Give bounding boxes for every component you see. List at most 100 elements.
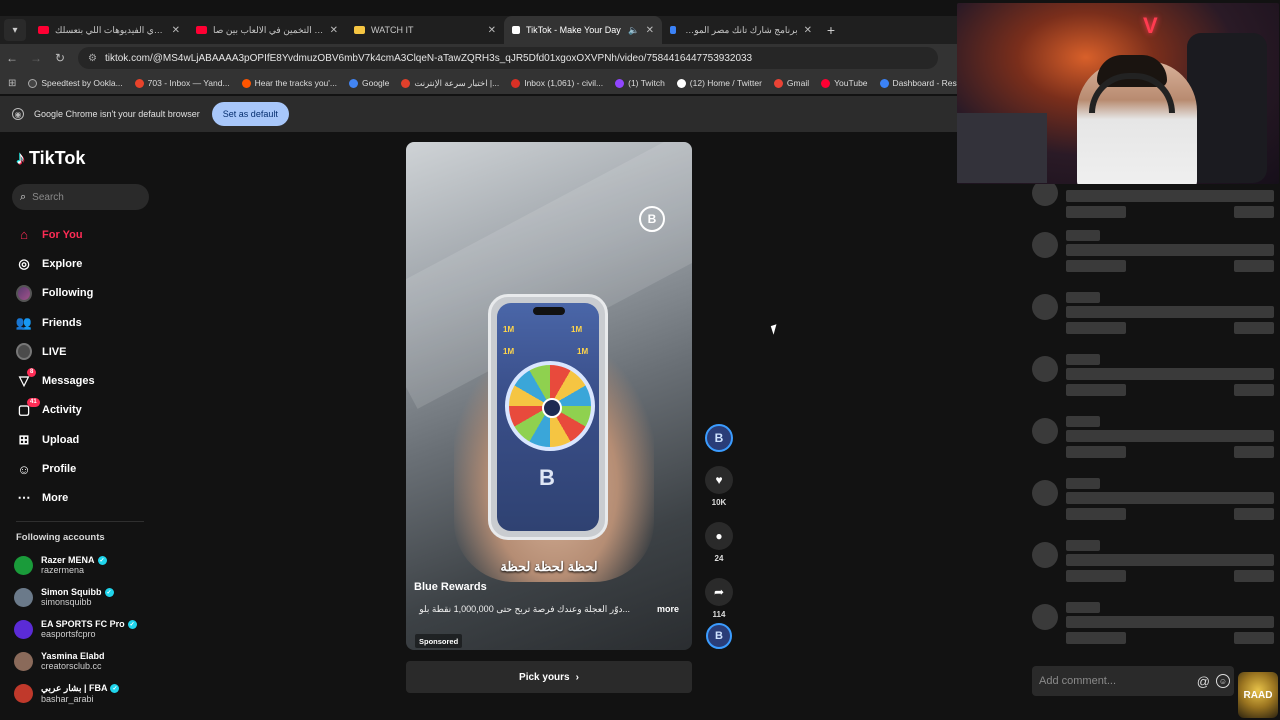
comment-skeleton xyxy=(1032,354,1276,416)
video-player[interactable]: 1M 1M 1M 1M B B لحظة لحظة لحظة Blue Rewa… xyxy=(406,142,692,650)
search-placeholder: Search xyxy=(32,191,64,203)
youtube-favicon-icon xyxy=(38,26,49,34)
account-handle: razermena xyxy=(41,565,85,575)
phone-brand-letter: B xyxy=(539,465,555,490)
music-disc[interactable]: B xyxy=(706,623,732,649)
speaker-icon[interactable]: 🔈 xyxy=(628,25,639,36)
account-handle: easportsfcpro xyxy=(41,629,96,639)
bookmark-item[interactable]: Gmail xyxy=(773,78,809,88)
following-account[interactable]: EA SPORTS FC Pro ✓ easportsfcpro xyxy=(14,613,164,645)
nav-item-upload[interactable]: ⊞ Upload xyxy=(16,425,156,454)
browser-tab-active[interactable]: TikTok - Make Your Day 🔈 ✕ xyxy=(504,16,662,44)
brand-badge-icon: B xyxy=(639,206,665,232)
back-arrow-icon[interactable]: ← xyxy=(0,51,24,65)
reload-icon[interactable]: ↻ xyxy=(48,51,72,65)
nav-item-explore[interactable]: ◎ Explore xyxy=(16,249,156,278)
live-icon xyxy=(16,343,32,361)
verified-icon: ✓ xyxy=(97,555,107,565)
nav-item-messages[interactable]: ▽ 8 Messages xyxy=(16,366,156,395)
more-link[interactable]: more xyxy=(657,604,679,614)
close-icon[interactable]: ✕ xyxy=(330,25,338,36)
comment-placeholder: Add comment... xyxy=(1039,675,1117,687)
bookmark-item[interactable]: Hear the tracks you'... xyxy=(241,78,337,88)
video-phone: 1M 1M 1M 1M B xyxy=(488,294,608,540)
heart-icon: ♥ xyxy=(715,473,723,487)
bookmark-item[interactable]: Speedtest by Ookla... xyxy=(28,78,123,88)
comment-count: 24 xyxy=(714,554,724,563)
cta-label: Pick yours xyxy=(519,671,570,683)
nav-item-for-you[interactable]: ⌂ For You xyxy=(16,220,156,249)
video-caption: لحظة لحظة لحظة xyxy=(500,559,598,574)
prize-label: 1M xyxy=(577,347,589,356)
youtube-favicon-icon xyxy=(196,26,207,34)
chevron-down-icon: ▾ xyxy=(12,24,18,36)
bookmark-label: Hear the tracks you'... xyxy=(254,78,337,88)
bookmark-label: Speedtest by Ookla... xyxy=(41,78,123,88)
close-icon[interactable]: ✕ xyxy=(646,25,654,36)
tiktok-note-icon: ♪ xyxy=(16,148,25,168)
mention-icon[interactable]: @ xyxy=(1197,674,1210,689)
following-account[interactable]: Razer MENA ✓ razermena xyxy=(14,549,164,581)
bookmark-label: (1) Twitch xyxy=(628,78,665,88)
creator-avatar[interactable]: B xyxy=(705,424,733,452)
phone-screen: 1M 1M 1M 1M B xyxy=(497,303,599,531)
bookmark-item[interactable]: YouTube xyxy=(821,78,868,88)
add-comment-input[interactable]: Add comment... @ ☺ xyxy=(1032,666,1234,696)
nav-item-live[interactable]: LIVE xyxy=(16,337,156,366)
browser-tab[interactable]: برنامج شارك تانك مصر الموسم ال ✕ xyxy=(662,16,820,44)
browser-tab[interactable]: WATCH IT ✕ xyxy=(346,16,504,44)
tiktok-logo[interactable]: ♪ TikTok xyxy=(16,148,85,169)
webcam-chair xyxy=(1187,33,1267,183)
site-info-icon[interactable]: ⚙ xyxy=(88,53,97,64)
bookmark-item[interactable]: Dashboard - Restre... xyxy=(879,78,958,88)
nav-item-following[interactable]: Following xyxy=(16,279,156,308)
nav-label: Following xyxy=(42,287,94,300)
tab-title: برنامج شارك تانك مصر الموسم ال xyxy=(682,24,798,35)
comment-skeleton xyxy=(1032,180,1276,230)
search-input[interactable]: ⌕ Search xyxy=(12,184,149,210)
browser-tab[interactable]: تحدي التخمين في الالعاب بين صا ✕ xyxy=(188,16,346,44)
bookmark-item[interactable]: (12) Home / Twitter xyxy=(676,78,762,88)
nav-item-friends[interactable]: 👥 Friends xyxy=(16,308,156,337)
new-tab-button[interactable]: + xyxy=(820,22,842,38)
nav-item-more[interactable]: ⋯ More xyxy=(16,484,156,513)
activity-badge: 41 xyxy=(27,397,40,407)
bookmark-item[interactable]: Google xyxy=(348,78,389,88)
tab-search-button[interactable]: ▾ xyxy=(4,19,26,41)
play-favicon-icon xyxy=(670,26,676,34)
comment-button[interactable]: ● xyxy=(705,522,733,550)
webcam-overlay: V xyxy=(957,3,1279,184)
video-author[interactable]: Blue Rewards xyxy=(414,581,487,593)
twitch-icon xyxy=(615,78,625,88)
pick-yours-button[interactable]: Pick yours › xyxy=(406,661,692,693)
set-default-button[interactable]: Set as default xyxy=(211,102,289,126)
bookmark-item[interactable]: 703 - Inbox — Yand... xyxy=(134,78,230,88)
nav-label: Upload xyxy=(42,433,80,446)
mail-icon xyxy=(511,78,521,88)
home-icon: ⌂ xyxy=(20,227,28,243)
browser-tab[interactable]: هي دي الفيديوهات اللي بتعسلك ✕ xyxy=(30,16,188,44)
verified-icon: ✓ xyxy=(104,587,114,597)
following-account[interactable]: Yasmina Elabd creatorsclub.cc xyxy=(14,645,164,677)
avatar xyxy=(14,651,33,671)
apps-icon[interactable]: ⊞ xyxy=(8,78,16,89)
following-account[interactable]: Simon Squibb ✓ simonsquibb xyxy=(14,581,164,613)
bookmark-item[interactable]: Inbox (1,061) - civil... xyxy=(511,78,603,88)
address-bar[interactable]: ⚙ tiktok.com/@MS4wLjABAAAA3pOPIfE8Yvdmuz… xyxy=(78,47,938,69)
following-account[interactable]: بشار عربي | FBA ✓ bashar_arabi xyxy=(14,677,164,709)
restream-icon xyxy=(879,78,889,88)
share-button[interactable]: ➦ xyxy=(705,578,733,606)
forward-arrow-icon[interactable]: → xyxy=(24,51,48,65)
bookmark-item[interactable]: (1) Twitch xyxy=(615,78,665,88)
close-icon[interactable]: ✕ xyxy=(804,25,812,36)
bookmark-item[interactable]: اختبار سرعة الإنترنت |... xyxy=(401,78,499,89)
like-button[interactable]: ♥ xyxy=(705,466,733,494)
bookmark-label: Inbox (1,061) - civil... xyxy=(524,78,604,88)
emoji-icon[interactable]: ☺ xyxy=(1216,674,1230,688)
nav-label: LIVE xyxy=(42,345,67,358)
nav-item-activity[interactable]: ▢ 41 Activity xyxy=(16,396,156,425)
nav-label: For You xyxy=(42,228,83,241)
close-icon[interactable]: ✕ xyxy=(488,25,496,36)
nav-item-profile[interactable]: ☺ Profile xyxy=(16,454,156,483)
close-icon[interactable]: ✕ xyxy=(172,25,180,36)
